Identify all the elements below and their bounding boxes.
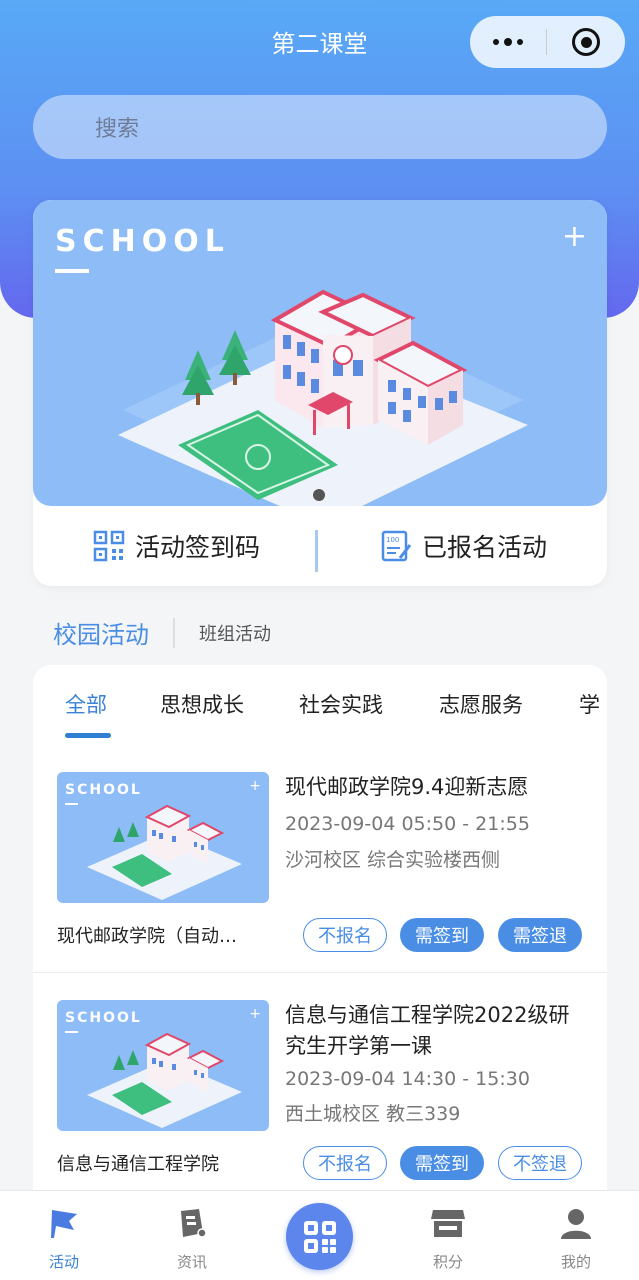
tab-news[interactable]: 资讯 <box>142 1203 242 1272</box>
banner-card: SCHOOL + 活动签到码 100 已报名活动 <box>33 200 607 586</box>
category-tab-more[interactable]: 学 <box>579 689 600 719</box>
quick-actions-divider <box>315 530 318 572</box>
tab-label: 资讯 <box>176 1253 207 1271</box>
category-tabs: 全部 思想成长 社会实践 志愿服务 学 <box>33 689 607 741</box>
thumbnail-school-text: SCHOOL <box>65 1010 142 1026</box>
more-dot-icon <box>493 39 499 45</box>
qr-code-icon <box>93 530 125 562</box>
clipboard-icon: 100 <box>381 530 412 562</box>
activity-title: 信息与通信工程学院2022级研究生开学第一课 <box>285 1003 570 1058</box>
list-divider <box>33 972 607 973</box>
checkout-required-badge: 需签退 <box>498 918 582 952</box>
section-tabs: 校园活动 班组活动 <box>53 615 271 650</box>
thumbnail-school-text: SCHOOL <box>65 782 142 798</box>
no-checkout-badge: 不签退 <box>498 1146 582 1180</box>
registered-activities-label: 已报名活动 <box>421 533 547 562</box>
quick-actions: 活动签到码 100 已报名活动 <box>33 506 607 586</box>
banner-carousel[interactable]: SCHOOL + <box>33 200 607 506</box>
activity-title: 现代邮政学院9.4迎新志愿 <box>285 775 529 799</box>
search-input[interactable]: 搜索 <box>33 95 607 159</box>
activity-thumbnail: SCHOOL + <box>57 772 269 903</box>
activity-organizer: 现代邮政学院（自动… <box>57 926 237 947</box>
bottom-tab-bar: 活动 资讯 积分 我的 <box>0 1190 639 1280</box>
checkin-code-label: 活动签到码 <box>134 533 260 562</box>
banner-school-text: SCHOOL <box>55 224 230 259</box>
flag-icon <box>51 1210 77 1238</box>
checkin-required-badge: 需签到 <box>400 918 484 952</box>
category-tab-all[interactable]: 全部 <box>65 689 107 719</box>
tab-activities[interactable]: 活动 <box>14 1203 114 1272</box>
thumbnail-underline <box>65 803 78 805</box>
tab-points[interactable]: 积分 <box>398 1203 498 1272</box>
banner-underline <box>55 269 89 273</box>
activity-location: 西土城校区 教三339 <box>285 1103 461 1125</box>
tab-mine[interactable]: 我的 <box>526 1203 626 1272</box>
category-tab-volunteer[interactable]: 志愿服务 <box>439 689 523 719</box>
no-registration-badge: 不报名 <box>303 1146 387 1180</box>
activity-location: 沙河校区 综合实验楼西侧 <box>285 849 501 871</box>
scan-qr-icon <box>303 1220 336 1253</box>
activity-time: 2023-09-04 14:30 - 15:30 <box>285 1068 530 1090</box>
plus-icon: + <box>249 1006 261 1022</box>
tab-class-activities[interactable]: 班组活动 <box>199 620 271 646</box>
store-icon <box>431 1210 465 1237</box>
more-menu-button[interactable] <box>470 38 546 46</box>
plus-icon: + <box>561 219 587 254</box>
user-icon <box>561 1209 591 1239</box>
target-icon <box>572 28 600 56</box>
tab-label: 活动 <box>48 1253 79 1271</box>
mini-program-capsule <box>470 16 625 68</box>
activity-organizer: 信息与通信工程学院 <box>57 1154 219 1175</box>
news-icon <box>181 1209 207 1238</box>
close-program-button[interactable] <box>547 28 625 56</box>
activity-list-card: 全部 思想成长 社会实践 志愿服务 学 SCHOOL + 现代邮政学院9.4迎新… <box>33 665 607 1195</box>
scan-qr-button[interactable] <box>286 1203 353 1270</box>
category-tab-indicator <box>65 733 111 738</box>
svg-text:100: 100 <box>386 536 399 544</box>
no-registration-badge: 不报名 <box>303 918 387 952</box>
checkin-code-button[interactable]: 活动签到码 <box>33 528 320 564</box>
tab-campus-activities[interactable]: 校园活动 <box>53 615 149 650</box>
category-tab-thought[interactable]: 思想成长 <box>160 689 244 719</box>
tab-label: 积分 <box>432 1253 463 1271</box>
registered-activities-button[interactable]: 100 已报名活动 <box>320 528 607 564</box>
carousel-indicator <box>313 489 325 501</box>
activity-thumbnail: SCHOOL + <box>57 1000 269 1131</box>
more-dot-icon <box>504 38 512 46</box>
tab-label: 我的 <box>560 1253 591 1271</box>
section-tabs-divider <box>173 617 175 648</box>
more-dot-icon <box>517 39 523 45</box>
category-tab-practice[interactable]: 社会实践 <box>299 689 383 719</box>
checkin-required-badge: 需签到 <box>400 1146 484 1180</box>
thumbnail-underline <box>65 1031 78 1033</box>
activity-time: 2023-09-04 05:50 - 21:55 <box>285 813 530 835</box>
plus-icon: + <box>249 778 261 794</box>
